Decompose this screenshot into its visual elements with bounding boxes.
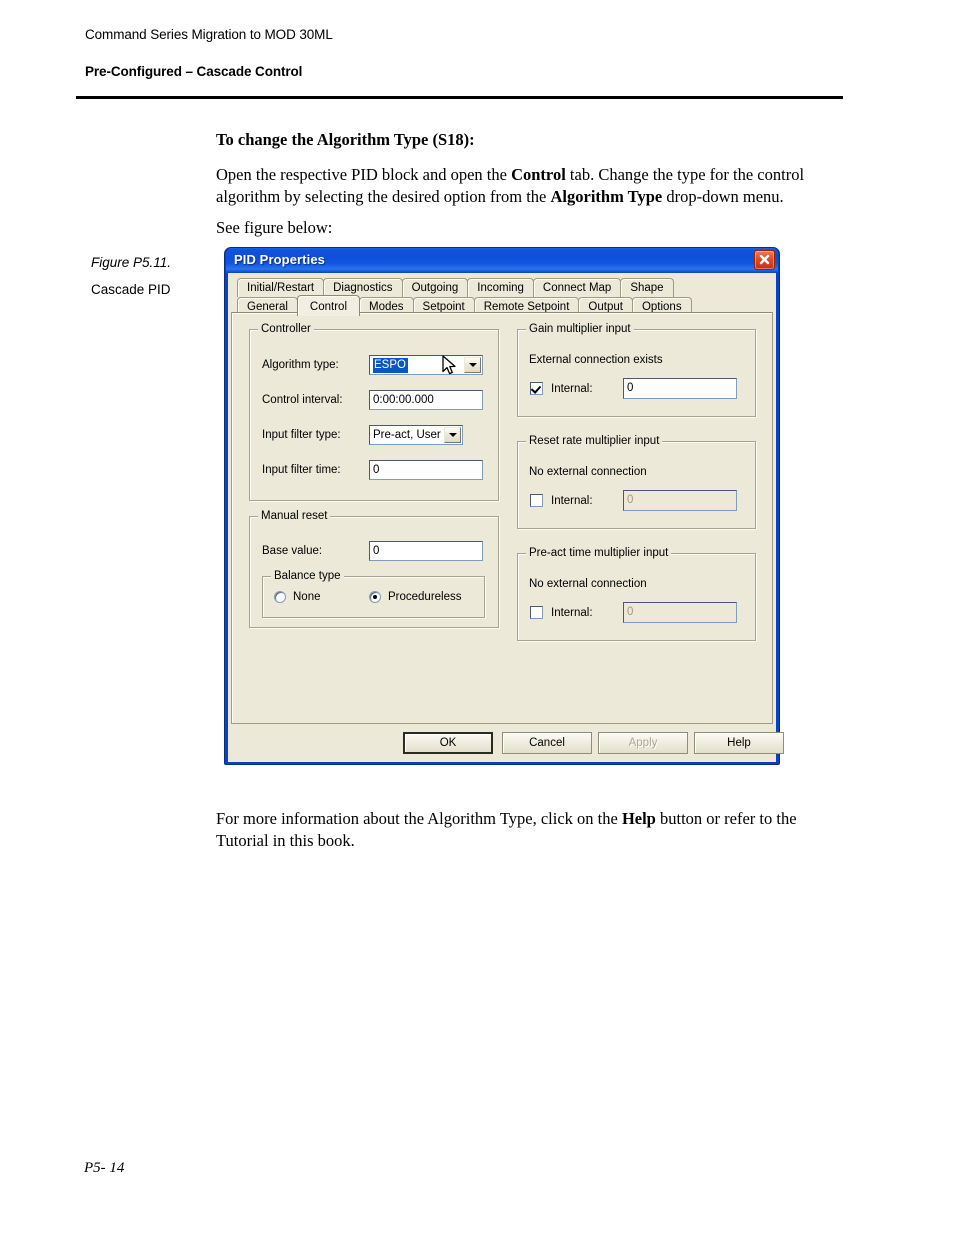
preact-internal-label: Internal: <box>551 607 593 619</box>
input-filter-type-label: Input filter type: <box>262 429 341 441</box>
ok-button[interactable]: OK <box>403 732 493 754</box>
manual-reset-group-title: Manual reset <box>258 510 331 522</box>
figure-caption: Cascade PID <box>91 282 171 297</box>
chevron-down-icon[interactable] <box>444 427 461 443</box>
tab-incoming[interactable]: Incoming <box>467 278 534 297</box>
algorithm-type-label: Algorithm type: <box>262 359 339 371</box>
tab-connect-map[interactable]: Connect Map <box>532 278 622 297</box>
controller-groupbox: Controller Algorithm type: ESPO Control … <box>249 323 499 501</box>
header-rule <box>76 96 843 99</box>
help-info-paragraph: For more information about the Algorithm… <box>216 809 797 850</box>
instruction-paragraph: Open the respective PID block and open t… <box>216 165 805 206</box>
cancel-button[interactable]: Cancel <box>502 732 592 754</box>
tab-control[interactable]: Control <box>296 295 360 316</box>
control-interval-label: Control interval: <box>262 394 343 406</box>
dialog-titlebar[interactable]: PID Properties <box>226 248 778 273</box>
control-tab-panel: Controller Algorithm type: ESPO Control … <box>231 312 773 724</box>
reset-rate-group-title: Reset rate multiplier input <box>526 435 663 447</box>
radio-balance-procedureless-label: Procedureless <box>388 591 462 603</box>
gain-multiplier-groupbox: Gain multiplier input External connectio… <box>517 323 756 417</box>
control-interval-input[interactable]: 0:00:00.000 <box>369 390 483 410</box>
controller-group-title: Controller <box>258 323 314 335</box>
tab-shape[interactable]: Shape <box>620 278 674 297</box>
pid-properties-dialog: PID Properties Initial/Restart Diagnosti… <box>224 247 784 765</box>
preact-time-multiplier-groupbox: Pre-act time multiplier input No externa… <box>517 547 756 641</box>
input-filter-type-combo[interactable]: Pre-act, User <box>369 425 463 445</box>
reset-rate-internal-label: Internal: <box>551 495 593 507</box>
page-title: To change the Algorithm Type (S18): <box>216 130 475 149</box>
radio-balance-none[interactable] <box>274 591 286 603</box>
gain-multiplier-group-title: Gain multiplier input <box>526 323 634 335</box>
base-value-label: Base value: <box>262 545 323 557</box>
checkbox-gain-internal[interactable] <box>530 382 543 395</box>
help-button[interactable]: Help <box>694 732 784 754</box>
preact-time-group-title: Pre-act time multiplier input <box>526 547 672 559</box>
radio-balance-procedureless[interactable] <box>369 591 381 603</box>
reset-rate-multiplier-groupbox: Reset rate multiplier input No external … <box>517 435 756 529</box>
balance-type-groupbox: Balance type None Procedureless <box>262 570 485 618</box>
see-figure-text: See figure below: <box>216 218 333 237</box>
radio-balance-none-label: None <box>293 591 321 603</box>
reset-rate-internal-input: 0 <box>623 490 737 511</box>
apply-button: Apply <box>598 732 688 754</box>
gain-internal-input[interactable]: 0 <box>623 378 737 399</box>
section-header: Pre-Configured – Cascade Control <box>85 64 303 79</box>
preact-time-connection-status: No external connection <box>529 578 647 590</box>
dialog-button-row: OK Cancel Apply Help <box>231 726 784 760</box>
dialog-title: PID Properties <box>234 252 325 267</box>
close-icon[interactable] <box>754 250 775 270</box>
chevron-down-icon[interactable] <box>464 357 481 373</box>
tab-outgoing[interactable]: Outgoing <box>401 278 469 297</box>
input-filter-time-input[interactable]: 0 <box>369 460 483 480</box>
base-value-input[interactable]: 0 <box>369 541 483 561</box>
algorithm-type-combo[interactable]: ESPO <box>369 355 483 375</box>
algorithm-type-value: ESPO <box>373 358 408 373</box>
dialog-body: Initial/Restart Diagnostics Outgoing Inc… <box>228 273 784 762</box>
manual-reset-groupbox: Manual reset Base value: 0 Balance type … <box>249 510 499 628</box>
gain-internal-label: Internal: <box>551 383 593 395</box>
reset-rate-connection-status: No external connection <box>529 466 647 478</box>
preact-internal-input: 0 <box>623 602 737 623</box>
input-filter-type-value: Pre-act, User <box>373 429 441 441</box>
checkbox-reset-rate-internal[interactable] <box>530 494 543 507</box>
checkbox-preact-internal[interactable] <box>530 606 543 619</box>
page-number: P5- 14 <box>84 1160 125 1176</box>
mouse-cursor-icon <box>442 355 458 380</box>
input-filter-time-label: Input filter time: <box>262 464 341 476</box>
gain-multiplier-connection-status: External connection exists <box>529 354 663 366</box>
figure-number: Figure P5.11. <box>91 255 172 270</box>
running-header: Command Series Migration to MOD 30ML <box>85 27 333 42</box>
balance-type-group-title: Balance type <box>271 570 344 582</box>
